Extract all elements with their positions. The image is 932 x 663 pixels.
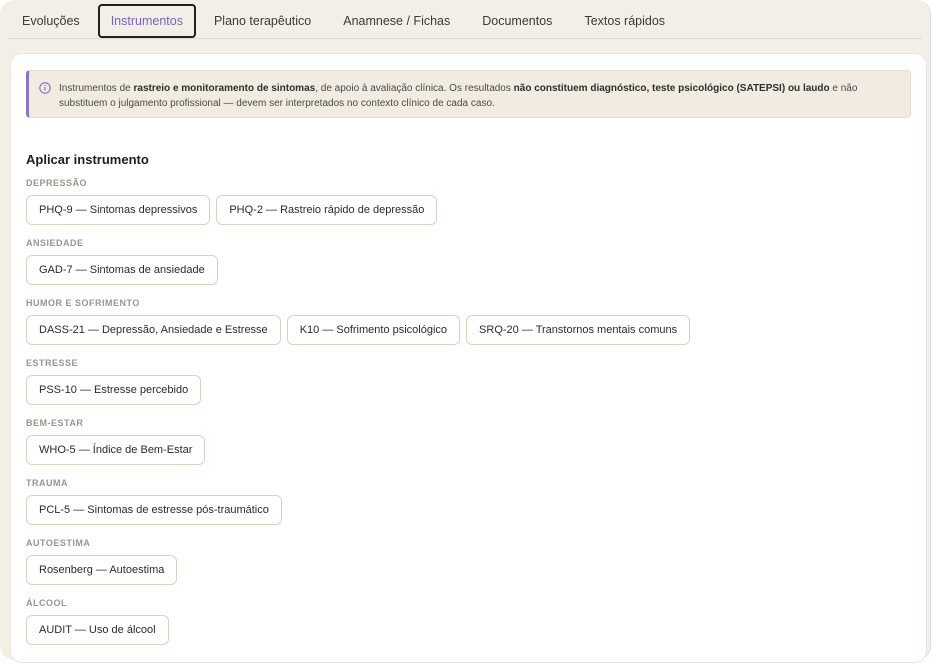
instrument-chip-list: PCL-5 — Sintomas de estresse pós-traumát… <box>26 495 911 525</box>
instrument-chip-list: PHQ-9 — Sintomas depressivos PHQ-2 — Rast… <box>26 195 911 225</box>
group-label: ÁLCOOL <box>26 598 67 608</box>
app-frame: Evoluções Instrumentos Plano terapêutico… <box>0 0 931 663</box>
tab-instrumentos[interactable]: Instrumentos <box>97 4 196 38</box>
instrument-chip-list: DASS-21 — Depressão, Ansiedade e Estress… <box>26 315 911 345</box>
disclaimer-text: Instrumentos de rastreio e monitoramento… <box>59 83 858 109</box>
disclaimer-notice: Instrumentos de rastreio e monitoramento… <box>26 70 911 118</box>
tab-textos-rapidos[interactable]: Textos rápidos <box>570 4 679 38</box>
instrument-button[interactable]: DASS-21 — Depressão, Ansiedade e Estress… <box>26 315 281 345</box>
instrument-group: ÁLCOOL AUDIT — Uso de álcool <box>26 597 911 657</box>
instrument-button[interactable]: Rosenberg — Autoestima <box>26 555 178 585</box>
tab-bar: Evoluções Instrumentos Plano terapêutico… <box>8 4 922 39</box>
group-label: TRAUMA <box>26 478 68 488</box>
instrument-group: TRAUMA PCL-5 — Sintomas de estresse pós-t… <box>26 477 911 537</box>
instrument-group: DEPRESSÃO PHQ-9 — Sintomas depressivos PHQ… <box>26 177 911 237</box>
instrument-button[interactable]: K10 — Sofrimento psicológico <box>286 315 461 345</box>
instrument-button[interactable]: WHO-5 — Índice de Bem-Estar <box>26 435 206 465</box>
tab-evolucoes[interactable]: Evoluções <box>8 4 94 38</box>
instrument-group: BEM-ESTAR WHO-5 — Índice de Bem-Estar <box>26 417 911 477</box>
instrument-chip-list: PSS-10 — Estresse percebido <box>26 375 911 405</box>
tab-anamnese-fichas[interactable]: Anamnese / Fichas <box>329 4 464 38</box>
instrument-button[interactable]: PHQ-2 — Rastreio rápido de depressão <box>216 195 438 225</box>
instrument-button[interactable]: PHQ-9 — Sintomas depressivos <box>26 195 211 225</box>
instrument-group: ESTRESSE PSS-10 — Estresse percebido <box>26 357 911 417</box>
instruments-card: Instrumentos de rastreio e monitoramento… <box>10 53 927 663</box>
instrument-chip-list: AUDIT — Uso de álcool <box>26 615 911 645</box>
group-label: DEPRESSÃO <box>26 178 88 188</box>
instrument-button[interactable]: PSS-10 — Estresse percebido <box>26 375 202 405</box>
instrument-button[interactable]: AUDIT — Uso de álcool <box>26 615 169 645</box>
instrument-group: AUTOESTIMA Rosenberg — Autoestima <box>26 537 911 597</box>
group-label: BEM-ESTAR <box>26 418 84 428</box>
info-icon <box>39 82 51 94</box>
instrument-chip-list: WHO-5 — Índice de Bem-Estar <box>26 435 911 465</box>
instrument-group: HUMOR E SOFRIMENTO DASS-21 — Depressão, A… <box>26 297 911 357</box>
instrument-group: ANSIEDADE GAD-7 — Sintomas de ansiedade <box>26 237 911 297</box>
section-title: Aplicar instrumento <box>26 152 149 167</box>
tab-plano-terapeutico[interactable]: Plano terapêutico <box>200 4 325 38</box>
group-label: AUTOESTIMA <box>26 538 91 548</box>
instrument-chip-list: Rosenberg — Autoestima <box>26 555 911 585</box>
tab-documentos[interactable]: Documentos <box>468 4 566 38</box>
instrument-groups: DEPRESSÃO PHQ-9 — Sintomas depressivos PHQ… <box>26 177 911 657</box>
instrument-chip-list: GAD-7 — Sintomas de ansiedade <box>26 255 911 285</box>
group-label: ESTRESSE <box>26 358 79 368</box>
group-label: HUMOR E SOFRIMENTO <box>26 298 140 308</box>
instrument-button[interactable]: SRQ-20 — Transtornos mentais comuns <box>466 315 691 345</box>
group-label: ANSIEDADE <box>26 238 84 248</box>
instrument-button[interactable]: GAD-7 — Sintomas de ansiedade <box>26 255 218 285</box>
instrument-button[interactable]: PCL-5 — Sintomas de estresse pós-traumát… <box>26 495 282 525</box>
